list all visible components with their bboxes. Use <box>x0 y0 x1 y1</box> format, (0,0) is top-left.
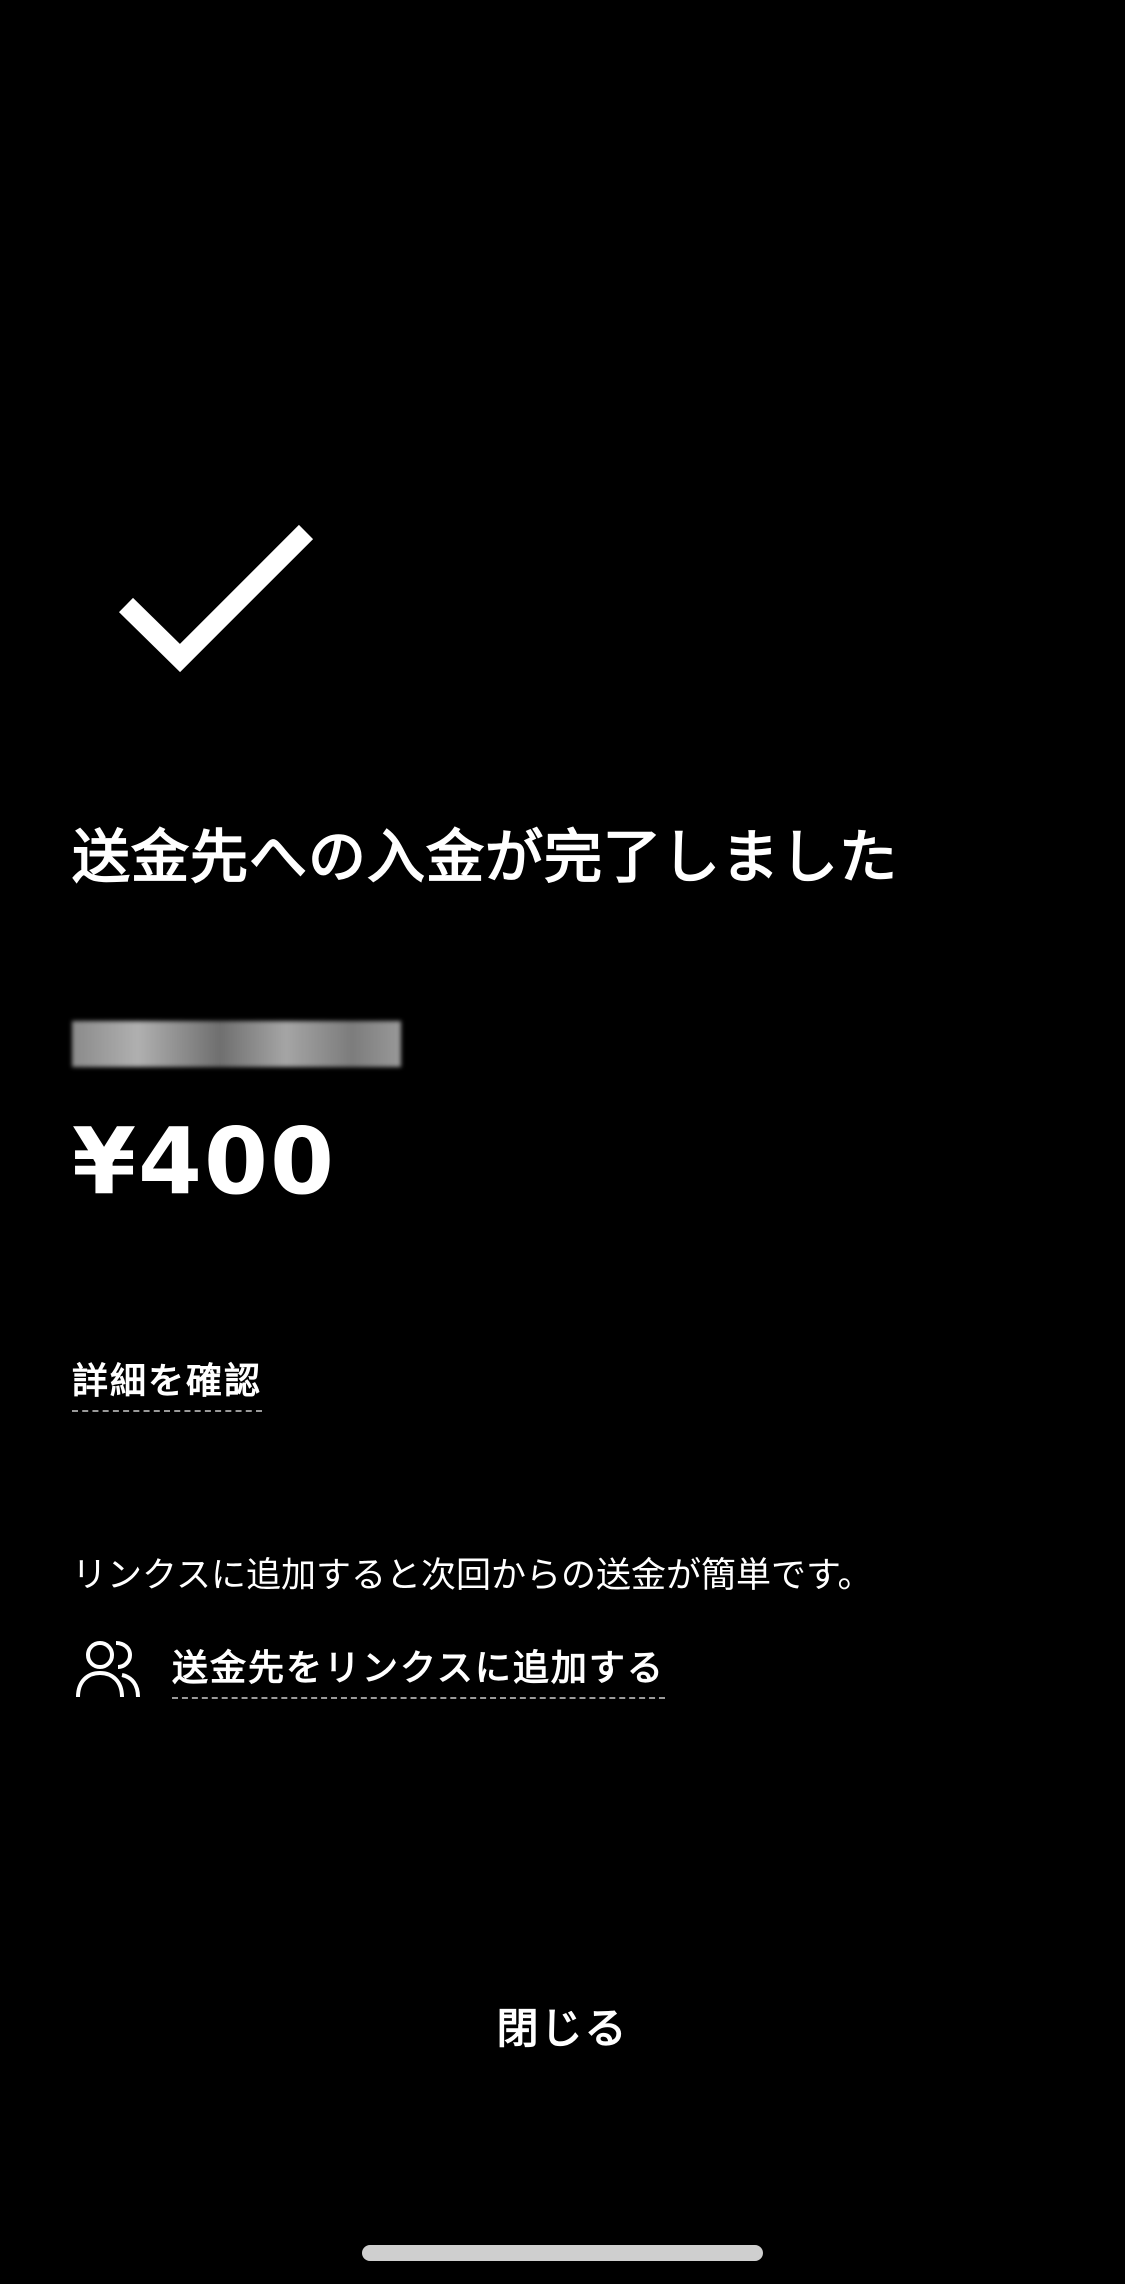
checkmark-icon <box>118 524 314 673</box>
recipient-name-redacted <box>72 1021 401 1067</box>
view-details-link[interactable]: 詳細を確認 <box>72 1352 263 1412</box>
add-recipient-row[interactable]: 送金先をリンクスに追加する <box>76 1637 665 1701</box>
transfer-amount: ¥400 <box>72 1108 337 1215</box>
close-button[interactable]: 閉じる <box>0 1995 1125 2056</box>
home-indicator[interactable] <box>362 2245 763 2261</box>
people-icon <box>76 1641 140 1698</box>
add-recipient-to-links-link[interactable]: 送金先をリンクスに追加する <box>172 1639 665 1699</box>
completion-title: 送金先への入金が完了しました <box>72 823 899 891</box>
add-to-links-hint: リンクスに追加すると次回からの送金が簡単です。 <box>72 1556 873 1596</box>
